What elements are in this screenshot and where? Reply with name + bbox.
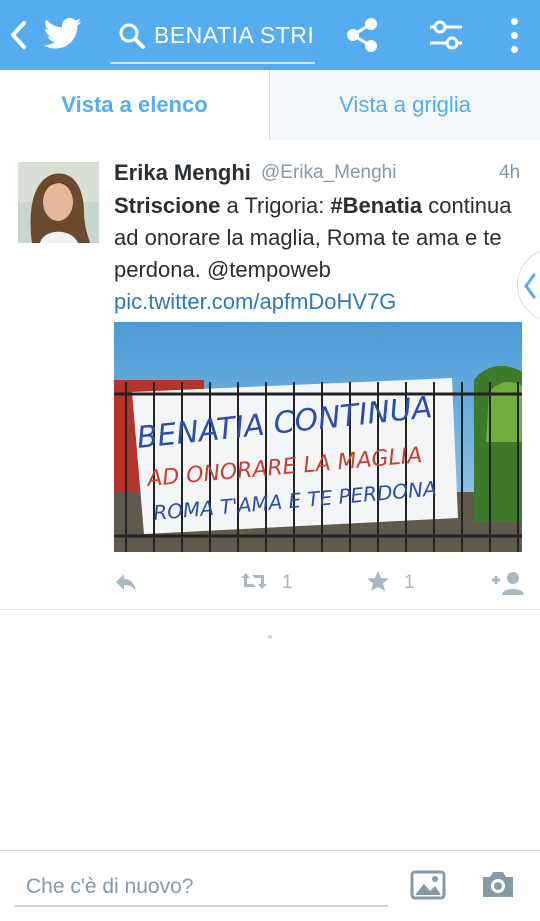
favorite-button[interactable]: 1 bbox=[366, 568, 415, 598]
side-drawer-handle[interactable] bbox=[517, 248, 540, 322]
retweet-icon bbox=[240, 571, 268, 596]
tab-grid-view[interactable]: Vista a griglia bbox=[270, 70, 540, 140]
compose-bar: Che c'è di nuovo? bbox=[0, 850, 540, 921]
loading-indicator bbox=[268, 635, 272, 639]
top-app-bar: BENATIA STRI bbox=[0, 0, 540, 70]
back-chevron-icon[interactable] bbox=[4, 18, 32, 52]
tweet-photo[interactable]: BENATIA CONTINUA AD ONORARE LA MAGLIA RO… bbox=[114, 322, 522, 552]
retweet-count: 1 bbox=[282, 572, 293, 593]
filter-icon[interactable] bbox=[426, 16, 466, 54]
search-icon bbox=[118, 22, 146, 50]
tweet-link[interactable]: pic.twitter.com/apfmDoHV7G bbox=[114, 289, 396, 314]
camera-icon[interactable] bbox=[480, 867, 516, 901]
star-icon bbox=[366, 570, 390, 597]
tweet-card[interactable]: Erika Menghi @Erika_Menghi 4h Striscione… bbox=[0, 140, 540, 610]
author-handle[interactable]: @Erika_Menghi bbox=[261, 162, 396, 184]
compose-placeholder: Che c'è di nuovo? bbox=[26, 875, 194, 898]
avatar[interactable] bbox=[18, 162, 99, 243]
hashtag[interactable]: #Benatia bbox=[330, 193, 422, 218]
twitter-bird-icon[interactable] bbox=[42, 14, 84, 54]
compose-input[interactable]: Che c'è di nuovo? bbox=[14, 861, 388, 907]
search-field[interactable]: BENATIA STRI bbox=[110, 12, 315, 64]
tweet-text: Striscione a Trigoria: #Benatia continua… bbox=[114, 190, 519, 318]
view-tabs: Vista a elenco Vista a griglia bbox=[0, 70, 540, 140]
follow-user-icon[interactable] bbox=[490, 568, 524, 598]
keyword-bold: Striscione bbox=[114, 193, 221, 218]
favorite-count: 1 bbox=[404, 572, 415, 593]
share-icon[interactable] bbox=[344, 16, 380, 54]
search-query-text[interactable]: BENATIA STRI bbox=[154, 22, 314, 49]
tweet-timestamp: 4h bbox=[499, 162, 521, 183]
tab-list-view[interactable]: Vista a elenco bbox=[0, 70, 270, 140]
more-vert-icon[interactable] bbox=[502, 14, 526, 56]
chevron-left-icon bbox=[524, 273, 536, 299]
reply-icon[interactable] bbox=[114, 568, 138, 598]
image-icon[interactable] bbox=[410, 869, 446, 901]
author-name[interactable]: Erika Menghi bbox=[114, 160, 251, 186]
tweet-actions: 1 1 bbox=[114, 568, 524, 598]
retweet-button[interactable]: 1 bbox=[240, 568, 293, 598]
text-segment: a Trigoria: bbox=[220, 193, 331, 218]
